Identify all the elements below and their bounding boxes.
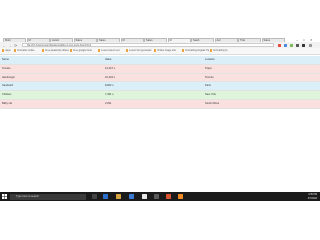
back-icon[interactable]: ← xyxy=(2,43,6,48)
table-row: Baby cat 2,201 South Africa xyxy=(0,99,320,109)
table-cell-value: 8,902 s xyxy=(105,84,114,88)
address-bar[interactable]: file:///C:/Users/user/Desktop/table-2-ro… xyxy=(22,43,274,47)
bookmark-item[interactable]: Formatting Angular Tips xyxy=(182,49,209,53)
table-header-row: Name Value Location xyxy=(0,56,320,65)
bookmark-item[interactable]: Formatter online xyxy=(14,49,41,53)
table-cell-location: New York xyxy=(205,93,216,97)
table-cell-value: 12,347 s xyxy=(105,66,115,70)
file-explorer-icon[interactable] xyxy=(116,194,121,199)
reload-icon[interactable]: ⟳ xyxy=(14,43,17,48)
windows-start-icon[interactable] xyxy=(2,194,7,199)
table-cell-name: Tomato xyxy=(2,66,11,70)
firefox-icon[interactable] xyxy=(178,194,183,199)
extension-icon[interactable] xyxy=(284,43,287,47)
bookmark-item[interactable]: Lorem font generator xyxy=(126,49,153,53)
table-cell-location: South Africa xyxy=(205,101,219,105)
chrome-icon[interactable] xyxy=(166,194,171,199)
clock-time: 4:35 PM xyxy=(308,192,317,196)
column-header: Location xyxy=(205,58,215,61)
table-row: Chicken 7,451 s New York xyxy=(0,91,320,100)
bookmark-label: Apps xyxy=(5,49,11,52)
table-cell-name: Chicken xyxy=(2,93,12,97)
table-cell-name: Sandwich xyxy=(2,84,14,88)
clock-date: 3/7/2024 xyxy=(307,196,317,200)
bookmark-item[interactable]: Online image tool xyxy=(154,49,181,53)
edge-icon[interactable] xyxy=(103,194,108,199)
mail-icon[interactable] xyxy=(142,194,147,199)
bookmark-label: Free javascript obfuscator xyxy=(45,49,69,52)
table-cell-name: Baby cat xyxy=(2,101,13,105)
bookmark-label: Formatting Ip xyxy=(213,49,228,52)
browser-tab-bar xyxy=(0,0,320,42)
extension-icon[interactable] xyxy=(290,43,293,47)
bookmark-item[interactable]: Formatting Ip xyxy=(210,49,237,53)
extension-icon[interactable] xyxy=(302,43,305,47)
page-bottom-area xyxy=(0,201,320,240)
taskbar-search-input[interactable]: Type here to search xyxy=(10,193,86,200)
task-view-icon[interactable] xyxy=(92,194,97,199)
table-cell-location: Tokyo xyxy=(205,66,212,70)
extension-icon[interactable] xyxy=(278,43,281,47)
column-header: Name xyxy=(2,58,9,61)
table-cell-location: Paris xyxy=(205,84,211,88)
table-row: Hamburger 10,234 s Toronto xyxy=(0,73,320,83)
bookmark-label: Lorem ipsum text xyxy=(101,49,120,52)
table-row: Tomato 12,347 s Tokyo xyxy=(0,64,320,74)
bookmark-label: Free google fonts xyxy=(73,49,92,52)
table-cell-value: 2,201 xyxy=(105,101,112,105)
taskbar-clock[interactable]: 4:35 PM 3/7/2024 xyxy=(308,193,317,201)
data-table: Name Value Location Tomato 12,347 s Tokyo Hamb… xyxy=(0,56,320,109)
column-header: Value xyxy=(105,58,112,61)
table-cell-value: 7,451 s xyxy=(105,93,114,97)
bookmark-item[interactable]: Free google fonts xyxy=(70,49,97,53)
store-icon[interactable] xyxy=(129,194,134,199)
bookmark-item[interactable]: Free javascript obfuscator xyxy=(42,49,69,53)
table-row: Sandwich 8,902 s Paris xyxy=(0,82,320,92)
extension-icon[interactable] xyxy=(296,43,299,47)
table-cell-name: Hamburger xyxy=(2,75,15,79)
bookmark-label: Lorem font generator xyxy=(129,49,152,52)
app-icon[interactable] xyxy=(154,194,159,199)
bookmark-label: Formatting Angular Tips xyxy=(185,49,209,52)
bookmark-item[interactable]: Lorem ipsum text xyxy=(98,49,125,53)
forward-icon[interactable]: → xyxy=(8,43,12,48)
bookmark-label: Online image tool xyxy=(157,49,176,52)
bookmark-item[interactable]: Apps xyxy=(2,49,13,53)
bookmark-label: Formatter online xyxy=(17,49,35,52)
menu-icon[interactable] xyxy=(309,43,312,47)
table-cell-value: 10,234 s xyxy=(105,75,115,79)
table-cell-location: Toronto xyxy=(205,75,214,79)
